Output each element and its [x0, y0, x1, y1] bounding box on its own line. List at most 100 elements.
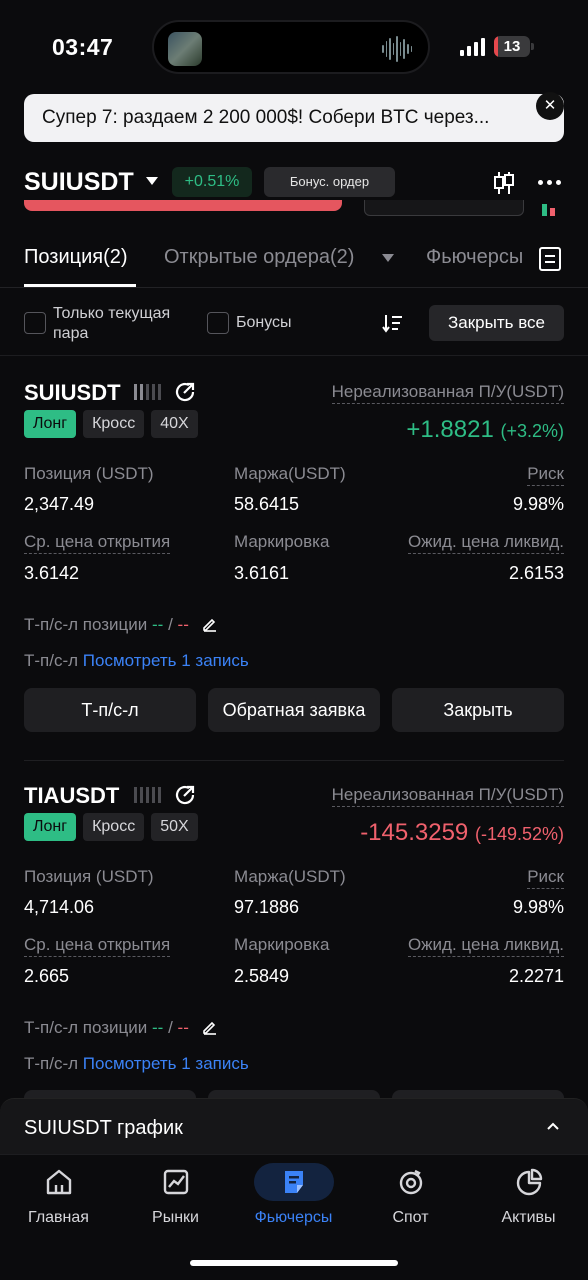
view-tpsl-link[interactable]: Посмотреть 1 запись: [83, 1054, 249, 1073]
promo-text: Супер 7: раздаем 2 200 000$! Собери BTC …: [42, 107, 490, 128]
chevron-up-icon[interactable]: [546, 1121, 560, 1131]
home-icon: [46, 1169, 72, 1195]
view-tpsl-link[interactable]: Посмотреть 1 запись: [83, 651, 249, 670]
pair-name[interactable]: SUIUSDT: [24, 168, 134, 197]
mark-price-label: Маркировка: [234, 935, 330, 954]
share-icon[interactable]: [173, 380, 197, 404]
liq-price-label: Ожид. цена ликвид.: [407, 935, 564, 957]
upnl-label: Нереализованная П/У(USDT): [331, 785, 564, 807]
position-symbol[interactable]: TIAUSDT: [24, 783, 119, 809]
bonus-order-button[interactable]: Бонус. ордер: [264, 167, 395, 197]
margin-mode-badge[interactable]: Кросс: [83, 813, 145, 841]
tab-open-orders[interactable]: Открытые ордера(2): [164, 246, 354, 269]
size-value: 2,347.49: [24, 494, 95, 514]
upnl-percent: (+3.2%): [500, 421, 564, 441]
position-tpsl-row: Т-п/с-л позиции -- / --: [24, 1018, 218, 1038]
current-pair-label[interactable]: Только текущая пара: [53, 304, 193, 344]
now-playing-thumbnail: [168, 32, 202, 66]
risk-value: 9.98%: [512, 897, 564, 917]
nav-item-home[interactable]: Главная: [0, 1155, 117, 1245]
divider: [24, 760, 564, 761]
position-tags: Лонг Кросс 50X: [24, 813, 198, 841]
audio-wave-icon: [382, 36, 413, 62]
liq-price-value: 2.6153: [508, 563, 564, 583]
assets-icon: [516, 1168, 543, 1196]
tpsl-separator: /: [168, 615, 173, 634]
futures-icon: [285, 1171, 303, 1193]
sort-icon[interactable]: [382, 312, 404, 334]
stop-loss-value: --: [177, 1018, 189, 1037]
mark-price-value: 3.6161: [234, 563, 290, 583]
markets-icon: [163, 1169, 189, 1195]
tpsl-separator: /: [168, 1018, 173, 1037]
bonuses-label[interactable]: Бонусы: [236, 314, 292, 332]
battery-level: 13: [503, 38, 521, 55]
leverage-badge[interactable]: 50X: [151, 813, 198, 841]
leverage-bars-icon: [134, 787, 161, 803]
entry-price-value: 3.6142: [24, 563, 80, 583]
liq-price-label: Ожид. цена ликвид.: [407, 532, 564, 554]
nav-item-markets[interactable]: Рынки: [117, 1155, 234, 1245]
tpsl-records-row: Т-п/с-л Посмотреть 1 запись: [24, 651, 249, 671]
promo-banner[interactable]: Супер 7: раздаем 2 200 000$! Собери BTC …: [24, 92, 564, 142]
battery-icon: 13: [494, 36, 530, 57]
side-badge: Лонг: [24, 410, 77, 438]
nav-item-spot[interactable]: Спот: [352, 1155, 469, 1245]
margin-label: Маржа(USDT): [234, 464, 346, 483]
position-tpsl-row: Т-п/с-л позиции -- / --: [24, 615, 218, 635]
more-icon[interactable]: [538, 180, 561, 185]
take-profit-value: --: [152, 1018, 164, 1037]
nav-item-assets[interactable]: Активы: [470, 1155, 587, 1245]
chart-panel[interactable]: SUIUSDT график: [0, 1098, 588, 1156]
upnl-value: -145.3259 (-149.52%): [360, 819, 564, 847]
tab-positions[interactable]: Позиция(2): [24, 246, 128, 269]
leverage-bars-icon: [134, 384, 161, 400]
tab-futures[interactable]: Фьючерсы: [426, 246, 522, 269]
mark-price-value: 2.5849: [234, 966, 290, 986]
nav-label: Спот: [392, 1209, 429, 1226]
risk-label: Риск: [527, 867, 564, 889]
size-value: 4,714.06: [24, 897, 95, 917]
tpsl-button[interactable]: Т-п/с-л: [24, 688, 196, 732]
price-change-badge: +0.51%: [172, 167, 252, 197]
status-bar: 03:47 13: [0, 0, 588, 92]
risk-label: Риск: [527, 464, 564, 486]
bonuses-checkbox[interactable]: [207, 312, 229, 334]
dynamic-island[interactable]: [152, 20, 430, 74]
share-icon[interactable]: [173, 783, 197, 807]
margin-value: 58.6415: [234, 494, 300, 514]
upnl-value: +1.8821 (+3.2%): [406, 416, 564, 444]
reverse-order-button[interactable]: Обратная заявка: [208, 688, 380, 732]
chevron-down-icon[interactable]: [146, 177, 158, 185]
leverage-badge[interactable]: 40X: [151, 410, 198, 438]
entry-price-label: Ср. цена открытия: [24, 532, 171, 554]
margin-value: 97.1886: [234, 897, 300, 917]
current-pair-checkbox[interactable]: [24, 312, 46, 334]
nav-item-futures[interactable]: Фьючерсы: [235, 1155, 352, 1245]
close-all-button[interactable]: Закрыть все: [429, 305, 564, 341]
margin-mode-badge[interactable]: Кросс: [83, 410, 145, 438]
spot-icon: [399, 1169, 423, 1195]
position-tpsl-label: Т-п/с-л позиции: [24, 615, 148, 634]
mark-price-label: Маркировка: [234, 532, 330, 551]
chart-panel-title: SUIUSDT график: [24, 1117, 183, 1139]
close-position-button[interactable]: Закрыть: [392, 688, 564, 732]
home-indicator: [190, 1260, 398, 1266]
nav-label: Рынки: [152, 1209, 199, 1226]
edit-icon[interactable]: [202, 616, 218, 632]
position-tpsl-label: Т-п/с-л позиции: [24, 1018, 148, 1037]
positions-filters: Только текущая пара Бонусы Закрыть все: [0, 298, 588, 356]
status-time: 03:47: [52, 34, 114, 60]
document-icon[interactable]: [538, 246, 562, 272]
chevron-down-icon[interactable]: [382, 254, 394, 262]
close-icon[interactable]: ✕: [536, 92, 564, 120]
position-symbol[interactable]: SUIUSDT: [24, 380, 121, 406]
upnl-amount: -145.3259: [360, 819, 469, 846]
upnl-percent: (-149.52%): [474, 824, 564, 844]
signal-icon: [460, 38, 485, 56]
edit-icon[interactable]: [202, 1019, 218, 1035]
tpsl-records-row: Т-п/с-л Посмотреть 1 запись: [24, 1054, 249, 1074]
size-label: Позиция (USDT): [24, 867, 154, 886]
size-label: Позиция (USDT): [24, 464, 154, 483]
candlestick-chart-icon[interactable]: [492, 170, 516, 196]
